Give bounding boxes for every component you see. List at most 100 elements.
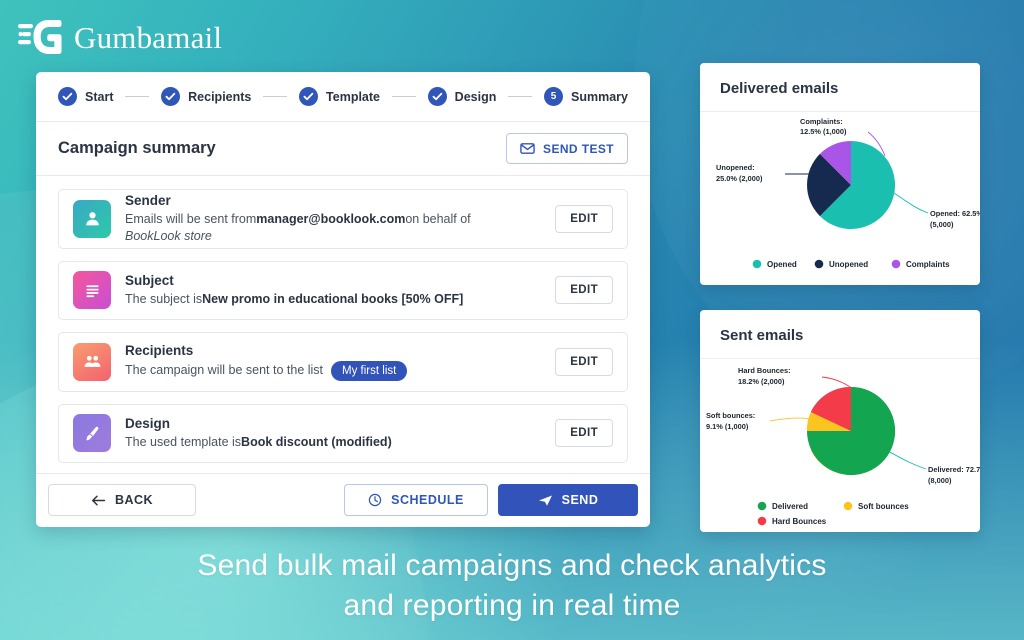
row-title: Design bbox=[125, 415, 171, 431]
pie-label-complaints-line2: 12.5% (1,000) bbox=[800, 127, 847, 136]
leader-line-delivered bbox=[887, 450, 927, 470]
pie-label-soft-bounces-line2: 9.1% (1,000) bbox=[706, 422, 749, 431]
panel-footer: BACK SCHEDULE SEND bbox=[36, 472, 650, 527]
legend-label-unopened: Unopened bbox=[829, 260, 868, 269]
pie-chart-delivered: Complaints: 12.5% (1,000) Unopened: 25.0… bbox=[716, 117, 980, 269]
send-label: SEND bbox=[561, 493, 599, 508]
legend-label-soft-bounces: Soft bounces bbox=[858, 502, 909, 511]
paintbrush-icon bbox=[73, 414, 111, 453]
legend-swatch-soft-bounces bbox=[843, 501, 853, 511]
back-button[interactable]: BACK bbox=[48, 484, 196, 517]
people-icon bbox=[73, 342, 111, 381]
desc-bold: Book discount (modified) bbox=[241, 434, 392, 449]
step-recipients[interactable]: Recipients bbox=[161, 87, 252, 107]
row-text: Sender Emails will be sent from manager@… bbox=[125, 193, 541, 245]
summary-row-sender[interactable]: Sender Emails will be sent from manager@… bbox=[58, 189, 628, 249]
send-test-label: SEND TEST bbox=[543, 141, 614, 156]
chart-legend-delivered: Opened Unopened Complaints bbox=[752, 259, 950, 269]
pie-label-delivered-line2: (8,000) bbox=[928, 476, 952, 485]
row-description: Emails will be sent from manager@bookloo… bbox=[125, 211, 541, 245]
row-text: Recipients The campaign will be sent to … bbox=[125, 343, 541, 381]
person-icon bbox=[73, 199, 111, 238]
step-summary[interactable]: 5 Summary bbox=[544, 87, 629, 107]
check-icon bbox=[58, 87, 77, 107]
arrow-left-icon bbox=[91, 495, 106, 506]
send-test-button[interactable]: SEND TEST bbox=[506, 133, 628, 165]
desc-italic: BookLook store bbox=[125, 228, 212, 243]
legend-label-complaints: Complaints bbox=[906, 260, 950, 269]
legend-label-hard-bounces: Hard Bounces bbox=[772, 517, 827, 526]
pie-label-delivered-line1: Delivered: 72.7% bbox=[928, 465, 980, 474]
send-button[interactable]: SEND bbox=[498, 484, 638, 517]
back-label: BACK bbox=[114, 493, 154, 508]
clock-icon bbox=[368, 494, 382, 507]
desc-prefix: The used template is bbox=[125, 434, 242, 449]
step-label: Template bbox=[326, 89, 380, 104]
brand-logo: Gumbamail bbox=[18, 18, 222, 58]
tagline-line-2: and reporting in real time bbox=[343, 588, 681, 622]
step-connector bbox=[508, 96, 533, 98]
brand-name: Gumbamail bbox=[74, 20, 223, 55]
pie-label-opened-line2: (5,000) bbox=[930, 220, 954, 229]
step-connector bbox=[125, 96, 150, 98]
row-description: The subject is New promo in educational … bbox=[125, 291, 541, 308]
step-template[interactable]: Template bbox=[299, 87, 380, 107]
summary-rows: Sender Emails will be sent from manager@… bbox=[36, 176, 650, 473]
desc-bold: New promo in educational books [50% OFF] bbox=[202, 291, 464, 306]
step-label: Design bbox=[454, 89, 497, 104]
text-lines-icon bbox=[73, 271, 111, 310]
desc-prefix: The campaign will be sent to the list bbox=[125, 363, 324, 378]
edit-button-recipients[interactable]: EDIT bbox=[555, 347, 613, 376]
desc-middle: on behalf of bbox=[405, 212, 471, 227]
check-icon bbox=[299, 87, 319, 107]
check-icon bbox=[427, 87, 447, 107]
edit-button-subject[interactable]: EDIT bbox=[555, 276, 613, 305]
chart-title-sent: Sent emails bbox=[700, 310, 980, 359]
row-text: Subject The subject is New promo in educ… bbox=[125, 273, 541, 308]
summary-row-subject[interactable]: Subject The subject is New promo in educ… bbox=[58, 260, 628, 321]
wizard-stepper: Start Recipients Template Design 5 Summa… bbox=[36, 72, 650, 123]
legend-swatch-delivered bbox=[757, 501, 767, 511]
page-title: Campaign summary bbox=[58, 139, 216, 158]
edit-button-sender[interactable]: EDIT bbox=[555, 204, 613, 233]
row-description: The used template is Book discount (modi… bbox=[125, 434, 541, 451]
desc-prefix: The subject is bbox=[125, 291, 203, 306]
schedule-button[interactable]: SCHEDULE bbox=[344, 484, 488, 517]
pie-label-opened-line1: Opened: 62.5% bbox=[930, 209, 980, 218]
pie-chart-sent: Hard Bounces: 18.2% (2,000) Soft bounces… bbox=[706, 366, 980, 526]
pie-label-unopened-line1: Unopened: bbox=[716, 163, 755, 172]
step-label: Recipients bbox=[188, 89, 252, 104]
row-title: Recipients bbox=[125, 342, 194, 358]
tagline: Send bulk mail campaigns and check analy… bbox=[0, 546, 1024, 625]
pie-label-hard-bounces-line2: 18.2% (2,000) bbox=[738, 377, 785, 386]
chart-card-sent-emails: Sent emails Hard Bounces: 18.2% (2,000) … bbox=[700, 310, 980, 532]
check-icon bbox=[161, 87, 181, 107]
paper-plane-icon bbox=[538, 495, 552, 506]
step-design[interactable]: Design bbox=[427, 87, 497, 107]
schedule-label: SCHEDULE bbox=[391, 493, 464, 508]
desc-bold: manager@booklook.com bbox=[256, 212, 406, 227]
legend-swatch-hard-bounces bbox=[757, 516, 767, 526]
card-header: Campaign summary SEND TEST bbox=[36, 122, 650, 177]
pie-label-complaints-line1: Complaints: bbox=[800, 117, 843, 126]
status-badge[interactable]: My first list bbox=[331, 360, 408, 381]
tagline-line-1: Send bulk mail campaigns and check analy… bbox=[197, 549, 827, 582]
step-connector bbox=[263, 96, 288, 98]
app-screenshot: Gumbamail Start Recipients Template Desi… bbox=[0, 0, 1024, 640]
row-text: Design The used template is Book discoun… bbox=[125, 416, 541, 451]
gumbamail-g-logo-icon bbox=[18, 20, 62, 54]
chart-card-delivered-emails: Delivered emails Complaints: 12.5% (1,00… bbox=[700, 63, 980, 285]
legend-swatch-unopened bbox=[814, 259, 824, 269]
campaign-summary-panel: Start Recipients Template Design 5 Summa… bbox=[36, 72, 650, 527]
legend-swatch-complaints bbox=[891, 259, 901, 269]
summary-row-recipients[interactable]: Recipients The campaign will be sent to … bbox=[58, 332, 628, 392]
step-label: Summary bbox=[571, 89, 629, 104]
row-title: Subject bbox=[125, 272, 174, 288]
step-number: 5 bbox=[544, 87, 564, 107]
step-label: Start bbox=[85, 89, 114, 104]
pie-label-soft-bounces-line1: Soft bounces: bbox=[706, 411, 755, 420]
step-start[interactable]: Start bbox=[58, 87, 114, 107]
pie-label-hard-bounces-line1: Hard Bounces: bbox=[738, 366, 791, 375]
edit-button-design[interactable]: EDIT bbox=[555, 419, 613, 448]
summary-row-design[interactable]: Design The used template is Book discoun… bbox=[58, 403, 628, 463]
